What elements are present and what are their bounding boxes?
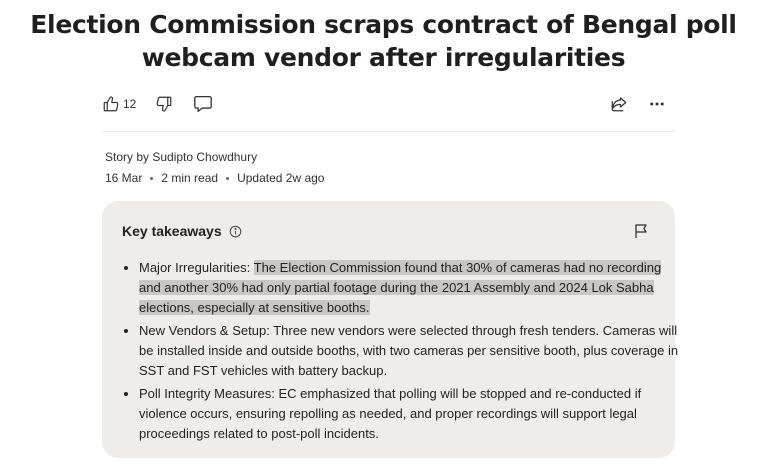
takeaway-label: Poll Integrity Measures: [139,386,279,401]
key-takeaways-title: Key takeaways [122,223,222,239]
action-bar-divider [102,131,675,132]
comment-icon [193,95,213,113]
read-time: 2 min read [161,171,219,185]
share-icon [610,95,628,113]
dislike-button[interactable] [155,92,173,116]
publish-date: 16 Mar [105,171,143,185]
more-options-button[interactable] [648,92,666,116]
takeaways-list: Major Irregularities: The Election Commi… [123,258,679,447]
key-takeaways-header: Key takeaways [122,223,242,239]
like-count: 12 [123,97,137,111]
article-headline: Election Commission scraps contract of B… [30,10,737,72]
separator-dot [226,176,230,180]
thumbs-down-icon [155,95,173,113]
takeaway-item: New Vendors & Setup: Three new vendors w… [139,321,679,381]
separator-dot [150,176,154,180]
takeaway-item: Poll Integrity Measures: EC emphasized t… [139,384,679,444]
comment-button[interactable] [193,92,213,116]
flag-icon[interactable] [633,223,649,244]
takeaway-label: Major Irregularities: [139,260,254,275]
author-byline[interactable]: Story by Sudipto Chowdhury [105,150,257,164]
takeaway-label: New Vendors & Setup: [139,323,274,338]
takeaway-item: Major Irregularities: The Election Commi… [139,258,679,318]
more-icon [648,95,666,113]
article-meta: 16 Mar 2 min read Updated 2w ago [105,171,324,185]
share-button[interactable] [610,92,628,116]
like-button[interactable]: 12 [102,92,136,116]
thumbs-up-icon [102,95,120,113]
key-takeaways-card: Key takeaways Major Irregularities: The … [102,201,678,458]
action-bar: 12 [102,90,675,132]
info-icon[interactable] [229,225,242,238]
updated-time: Updated 2w ago [237,171,325,185]
